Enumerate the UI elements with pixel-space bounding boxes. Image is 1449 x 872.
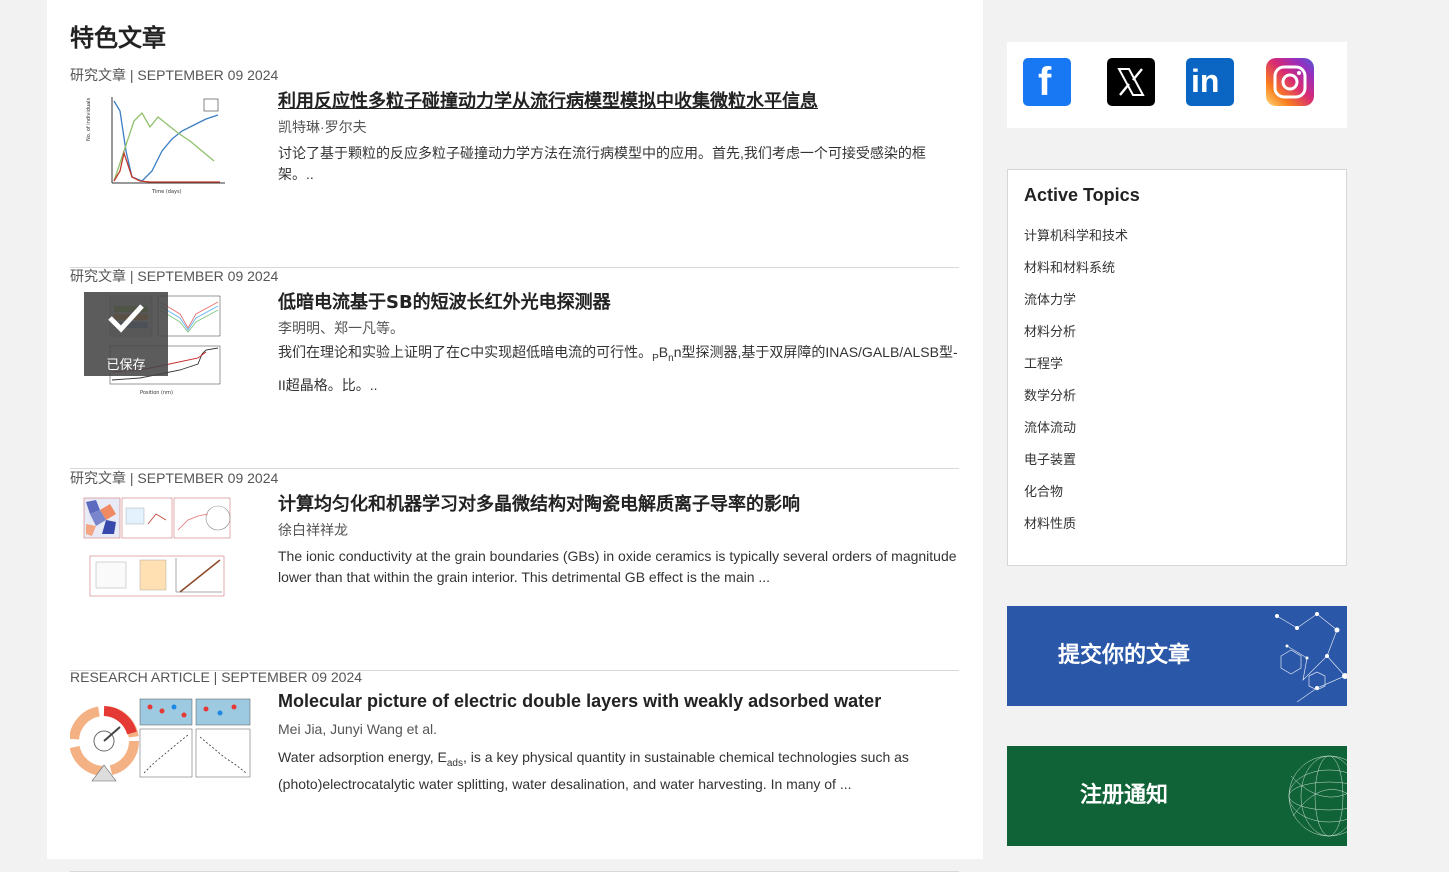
- topic-link[interactable]: 材料性质: [1024, 513, 1128, 545]
- topic-link[interactable]: 流体流动: [1024, 417, 1128, 449]
- page-title: 特色文章: [70, 24, 166, 52]
- article-title-link[interactable]: 计算均匀化和机器学习对多晶微结构对陶瓷电解质离子导率的影响: [278, 490, 800, 516]
- article-summary: Water adsorption energy, Eads, is a key …: [278, 749, 909, 792]
- topic-link[interactable]: 计算机科学和技术: [1024, 225, 1128, 257]
- article-authors: Mei Jia, Junyi Wang et al.: [278, 721, 437, 737]
- article-meta: 研究文章 | SEPTEMBER 09 2024: [70, 268, 279, 284]
- topic-link[interactable]: 流体力学: [1024, 289, 1128, 321]
- svg-text:Position (nm): Position (nm): [140, 390, 173, 396]
- submit-article-text: 提交你的文章: [1058, 643, 1191, 668]
- article-title-link[interactable]: 低暗电流基于SB的短波长红外光电探测器: [278, 288, 611, 314]
- article-summary: 讨论了基于颗粒的反应多粒子碰撞动力学方法在流行病模型中的应用。首先,我们考虑一个…: [278, 145, 926, 182]
- facebook-icon[interactable]: f: [1023, 58, 1071, 106]
- instagram-icon[interactable]: [1266, 58, 1314, 106]
- article-authors: 凯特琳·罗尔夫: [278, 119, 367, 135]
- article-authors: 徐白祥祥龙: [278, 522, 348, 538]
- topic-link[interactable]: 电子装置: [1024, 449, 1128, 481]
- active-topics-heading: Active Topics: [1024, 185, 1140, 205]
- x-icon[interactable]: [1107, 58, 1155, 106]
- svg-text:No. of individuals: No. of individuals: [86, 97, 92, 141]
- article-meta: 研究文章 | SEPTEMBER 09 2024: [70, 470, 279, 486]
- topic-link[interactable]: 材料分析: [1024, 321, 1128, 353]
- article-thumbnail[interactable]: [70, 494, 250, 604]
- featured-articles-panel: 特色文章 研究文章 | SEPTEMBER 09 2024 No. of ind…: [47, 0, 983, 872]
- article-card: RESEARCH ARTICLE | SEPTEMBER 09 2024 Mol…: [70, 669, 959, 872]
- article-summary: 我们在理论和实验上证明了在C中实现超低暗电流的可行性。PBnn型探测器,基于双屏…: [278, 344, 958, 393]
- article-card: 研究文章 | SEPTEMBER 09 2024 计算均匀化和机器学习对多晶微结…: [70, 468, 959, 671]
- saved-overlay[interactable]: 已保存: [84, 292, 168, 376]
- article-meta: RESEARCH ARTICLE | SEPTEMBER 09 2024: [70, 669, 363, 685]
- linkedin-icon[interactable]: in: [1186, 58, 1234, 106]
- article-title-link[interactable]: 利用反应性多粒子碰撞动力学从流行病模型模拟中收集微粒水平信息: [278, 87, 818, 113]
- article-title-link[interactable]: Molecular picture of electric double lay…: [278, 691, 881, 712]
- topic-link[interactable]: 材料和材料系统: [1024, 257, 1128, 289]
- topic-link[interactable]: 数学分析: [1024, 385, 1128, 417]
- article-thumbnail[interactable]: No. of individuals Time (days): [70, 91, 250, 201]
- article-summary: The ionic conductivity at the grain boun…: [278, 548, 957, 585]
- saved-label: 已保存: [106, 357, 146, 372]
- active-topics-panel: Active Topics 计算机科学和技术 材料和材料系统 流体力学 材料分析…: [1007, 169, 1347, 566]
- topic-link[interactable]: 工程学: [1024, 353, 1128, 385]
- register-notice-text: 注册通知: [1080, 783, 1169, 808]
- social-links: f in: [1007, 42, 1347, 128]
- register-notice-banner[interactable]: 注册通知: [1007, 746, 1347, 846]
- network-graphic: [1275, 612, 1347, 703]
- checkmark-icon: [108, 304, 144, 333]
- sphere-graphic: [1288, 755, 1347, 837]
- article-card: 研究文章 | SEPTEMBER 09 2024 No. of individu…: [70, 65, 959, 268]
- submit-article-banner[interactable]: 提交你的文章: [1007, 606, 1347, 706]
- article-card: 研究文章 | SEPTEMBER 09 2024 Position (nm) 已…: [70, 266, 959, 469]
- topic-list: 计算机科学和技术 材料和材料系统 流体力学 材料分析 工程学 数学分析 流体流动…: [1024, 225, 1128, 545]
- topic-link[interactable]: 化合物: [1024, 481, 1128, 513]
- article-meta: 研究文章 | SEPTEMBER 09 2024: [70, 67, 279, 83]
- article-authors: 李明明、郑一凡等。: [278, 320, 404, 336]
- svg-text:Time (days): Time (days): [151, 189, 182, 195]
- article-thumbnail[interactable]: [70, 695, 251, 805]
